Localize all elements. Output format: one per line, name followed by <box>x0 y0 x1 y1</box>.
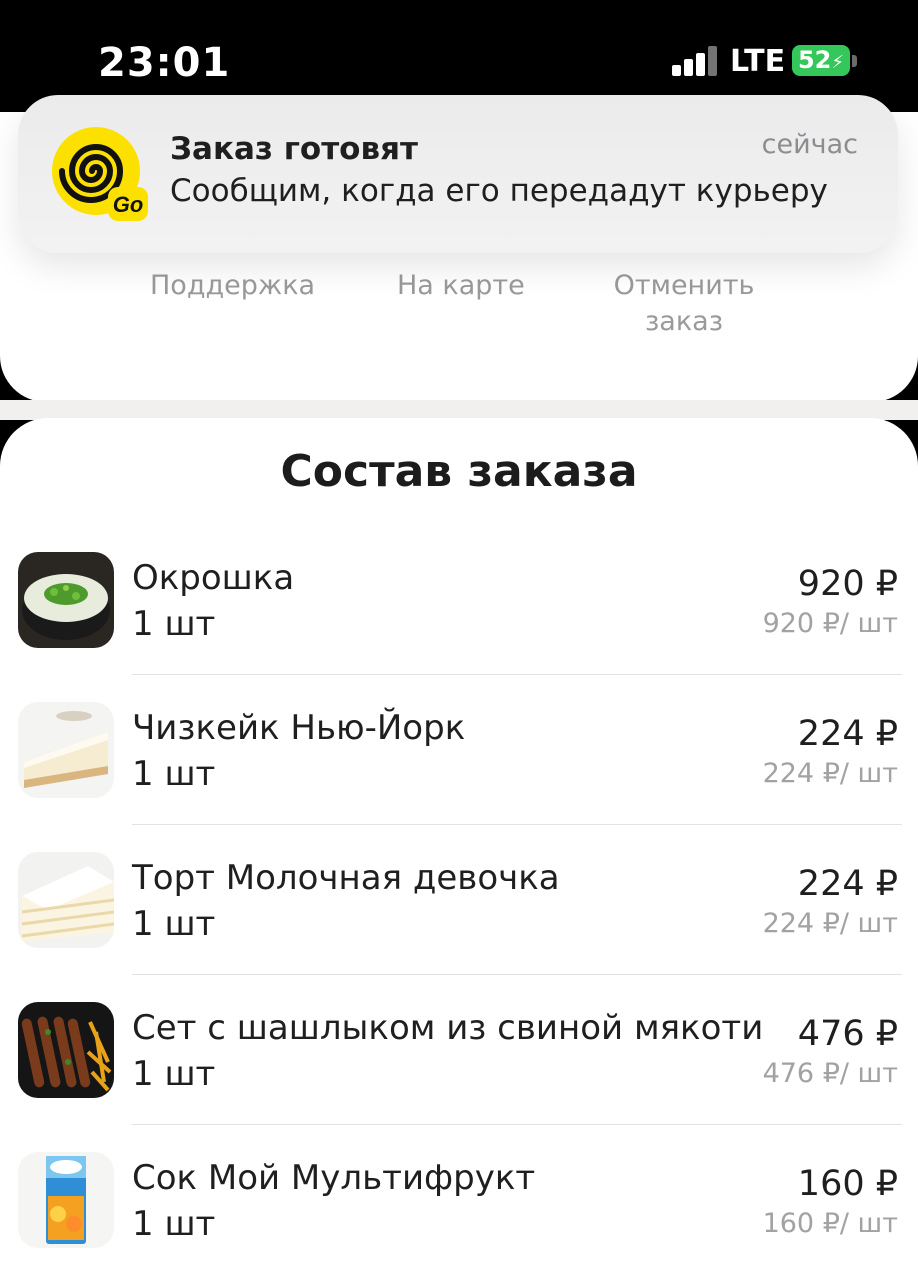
notification-body: Сообщим, когда его передадут курьеру <box>170 173 828 209</box>
item-unit-price: 920 ₽/ шт <box>762 608 898 639</box>
battery-level: 52 <box>797 46 832 74</box>
item-name: Сок Мой Мультифрукт <box>132 1158 536 1198</box>
item-quantity: 1 шт <box>132 604 216 644</box>
notification-title: Заказ готовят <box>170 131 418 167</box>
order-item[interactable]: Чизкейк Нью-Йорк 1 шт 224 ₽ 224 ₽/ шт <box>0 702 918 852</box>
shashlik-set-image <box>18 1002 114 1098</box>
yandex-go-app-icon: Go <box>52 127 148 221</box>
push-notification[interactable]: Go Заказ готовят Сообщим, когда его пере… <box>18 95 898 253</box>
sheet-gap <box>0 400 918 420</box>
order-item[interactable]: Сет с шашлыком из свиной мякоти 1 шт 476… <box>0 1002 918 1152</box>
order-composition-sheet: Состав заказа Окрошка 1 шт 920 ₽ 920 ₽/ … <box>0 418 918 1280</box>
network-type: LTE <box>730 44 786 79</box>
item-name: Торт Молочная девочка <box>132 858 560 898</box>
item-quantity: 1 шт <box>132 1054 216 1094</box>
item-unit-price: 476 ₽/ шт <box>762 1058 898 1089</box>
battery-icon: 52⚡ <box>792 45 850 76</box>
map-button[interactable]: На карте <box>397 268 525 304</box>
divider <box>132 824 902 825</box>
order-item[interactable]: Торт Молочная девочка 1 шт 224 ₽ 224 ₽/ … <box>0 852 918 1002</box>
item-name: Окрошка <box>132 558 295 598</box>
item-name: Сет с шашлыком из свиной мякоти <box>132 1008 764 1048</box>
support-button[interactable]: Поддержка <box>150 268 315 304</box>
item-price: 160 ₽ <box>797 1164 898 1204</box>
juice-carton-image <box>18 1152 114 1248</box>
item-unit-price: 224 ₽/ шт <box>762 758 898 789</box>
order-item[interactable]: Окрошка 1 шт 920 ₽ 920 ₽/ шт <box>0 552 918 702</box>
item-unit-price: 160 ₽/ шт <box>762 1208 898 1239</box>
order-item[interactable]: Сок Мой Мультифрукт 1 шт 160 ₽ 160 ₽/ шт <box>0 1152 918 1280</box>
svg-text:Go: Go <box>113 192 144 217</box>
divider <box>132 974 902 975</box>
charging-bolt-icon: ⚡ <box>831 52 845 73</box>
divider <box>132 1124 902 1125</box>
okroshka-image <box>18 552 114 648</box>
order-title: Состав заказа <box>280 446 638 497</box>
battery-tip <box>852 55 857 67</box>
item-price: 224 ₽ <box>797 864 898 904</box>
cake-image <box>18 852 114 948</box>
item-price: 476 ₽ <box>797 1014 898 1054</box>
item-quantity: 1 шт <box>132 1204 216 1244</box>
item-name: Чизкейк Нью-Йорк <box>132 708 466 748</box>
signal-icon <box>672 46 718 76</box>
cheesecake-image <box>18 702 114 798</box>
status-time: 23:01 <box>98 40 231 86</box>
item-price: 920 ₽ <box>797 564 898 604</box>
item-quantity: 1 шт <box>132 754 216 794</box>
item-unit-price: 224 ₽/ шт <box>762 908 898 939</box>
item-quantity: 1 шт <box>132 904 216 944</box>
item-price: 224 ₽ <box>797 714 898 754</box>
cancel-order-button[interactable]: Отменить заказ <box>600 268 768 340</box>
divider <box>132 674 902 675</box>
notification-time: сейчас <box>761 129 858 160</box>
order-actions: Поддержка На карте Отменить заказ <box>0 268 918 348</box>
